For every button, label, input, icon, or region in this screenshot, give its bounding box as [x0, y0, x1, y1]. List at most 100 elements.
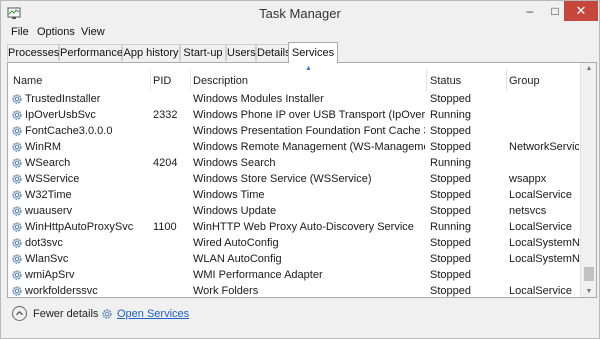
menu-view[interactable]: View — [81, 26, 105, 38]
scroll-up-icon[interactable]: ▲ — [581, 65, 596, 72]
scroll-down-icon[interactable]: ▼ — [581, 288, 596, 295]
table-row[interactable]: workfolderssvc Work Folders Stopped LocalSe… — [8, 283, 580, 297]
column-header-status[interactable]: Status — [430, 71, 461, 91]
column-divider[interactable] — [190, 69, 191, 91]
service-group: netsvcs — [509, 205, 547, 217]
column-divider[interactable] — [150, 69, 151, 91]
gear-icon — [11, 237, 23, 249]
gear-icon — [11, 141, 23, 153]
scrollbar-thumb[interactable] — [584, 267, 594, 281]
service-name: dot3svc — [25, 237, 63, 249]
sort-indicator-icon: ▲ — [305, 65, 312, 72]
service-description: Windows Remote Management (WS-Management… — [193, 141, 425, 153]
table-row[interactable]: WSService Windows Store Service (WSServic… — [8, 171, 580, 187]
service-group: wsappx — [509, 173, 547, 185]
gear-icon — [11, 173, 23, 185]
gear-icon — [11, 253, 23, 265]
column-header-name[interactable]: Name — [13, 71, 42, 91]
service-description: WMI Performance Adapter — [193, 269, 323, 281]
service-name: WSService — [25, 173, 80, 185]
gear-icon — [11, 269, 23, 281]
column-divider[interactable] — [506, 69, 507, 91]
service-status: Running — [430, 221, 471, 233]
gear-icon — [11, 125, 23, 137]
menu-options[interactable]: Options — [37, 26, 75, 38]
fewer-details-button[interactable]: Fewer details — [33, 308, 98, 320]
service-name: WinRM — [25, 141, 62, 153]
menu-bar: File Options View — [1, 25, 599, 41]
table-row[interactable]: wuauserv Windows Update Stopped netsvcs — [8, 203, 580, 219]
service-group: LocalSystemN... — [509, 237, 579, 249]
tab-strip: Processes Performance App history Start-… — [7, 42, 597, 63]
service-name: wmiApSrv — [25, 269, 75, 281]
gear-icon — [11, 157, 23, 169]
chevron-up-icon[interactable] — [12, 306, 27, 321]
gear-icon — [11, 221, 23, 233]
gear-icon — [11, 285, 23, 297]
service-status: Running — [430, 157, 471, 169]
tab-performance[interactable]: Performance — [59, 44, 123, 61]
service-name: wuauserv — [25, 205, 73, 217]
service-description: Windows Update — [193, 205, 277, 217]
gear-icon — [11, 93, 23, 105]
service-name: IpOverUsbSvc — [25, 109, 96, 121]
column-header-pid[interactable]: PID — [153, 71, 171, 91]
service-description: Wired AutoConfig — [193, 237, 279, 249]
table-row[interactable]: TrustedInstaller Windows Modules Installe… — [8, 91, 580, 107]
service-description: Windows Time — [193, 189, 265, 201]
services-panel: ▲ Name PID Description Status Group Trus… — [7, 62, 597, 298]
service-status: Stopped — [430, 141, 471, 153]
service-status: Running — [430, 109, 471, 121]
table-row[interactable]: dot3svc Wired AutoConfig Stopped LocalSyste… — [8, 235, 580, 251]
service-description: Windows Presentation Foundation Font Cac… — [193, 125, 425, 137]
service-group: LocalService — [509, 285, 572, 297]
gear-icon — [11, 189, 23, 201]
table-row[interactable]: WSearch 4204 Windows Search Running — [8, 155, 580, 171]
service-description: WLAN AutoConfig — [193, 253, 282, 265]
column-header-group[interactable]: Group — [509, 71, 540, 91]
gear-icon — [11, 109, 23, 121]
task-manager-window: Task Manager – □ ✕ File Options View Pro… — [0, 0, 600, 339]
tab-details[interactable]: Details — [256, 44, 291, 61]
service-group: LocalSystemN... — [509, 253, 579, 265]
tab-users[interactable]: Users — [226, 44, 256, 61]
service-name: WinHttpAutoProxySvc — [25, 221, 134, 233]
service-name: WSearch — [25, 157, 71, 169]
service-group: LocalService — [509, 221, 572, 233]
service-pid: 2332 — [153, 109, 178, 121]
minimize-button[interactable]: – — [516, 1, 544, 21]
tab-processes[interactable]: Processes — [7, 44, 59, 61]
footer-bar: Fewer details Open Services — [1, 299, 599, 337]
service-description: Windows Search — [193, 157, 276, 169]
service-group: LocalService — [509, 189, 572, 201]
table-row[interactable]: WinHttpAutoProxySvc 1100 WinHTTP Web Proxy… — [8, 219, 580, 235]
service-status: Stopped — [430, 237, 471, 249]
tab-app-history[interactable]: App history — [122, 44, 180, 61]
close-button[interactable]: ✕ — [564, 1, 598, 21]
service-status: Stopped — [430, 285, 471, 297]
column-divider[interactable] — [426, 69, 427, 91]
title-bar[interactable]: Task Manager – □ ✕ — [1, 1, 599, 25]
service-group: NetworkService — [509, 141, 579, 153]
service-status: Stopped — [430, 93, 471, 105]
table-row[interactable]: IpOverUsbSvc 2332 Windows Phone IP over US… — [8, 107, 580, 123]
table-row[interactable]: WinRM Windows Remote Management (WS-Manag… — [8, 139, 580, 155]
menu-file[interactable]: File — [11, 26, 29, 38]
service-name: TrustedInstaller — [25, 93, 101, 105]
table-row[interactable]: wmiApSrv WMI Performance Adapter Stopped — [8, 267, 580, 283]
service-status: Stopped — [430, 269, 471, 281]
service-description: Windows Store Service (WSService) — [193, 173, 372, 185]
service-pid: 1100 — [153, 221, 177, 233]
table-row[interactable]: WlanSvc WLAN AutoConfig Stopped LocalSystem… — [8, 251, 580, 267]
vertical-scrollbar[interactable]: ▲ ▼ — [580, 63, 596, 297]
tab-services[interactable]: Services — [288, 42, 338, 63]
gear-icon — [11, 205, 23, 217]
tab-start-up[interactable]: Start-up — [180, 44, 226, 61]
table-row[interactable]: W32Time Windows Time Stopped LocalService — [8, 187, 580, 203]
table-row[interactable]: FontCache3.0.0.0 Windows Presentation Fou… — [8, 123, 580, 139]
open-services-link[interactable]: Open Services — [117, 308, 189, 320]
window-title: Task Manager — [259, 6, 341, 21]
service-name: W32Time — [25, 189, 72, 201]
service-name: FontCache3.0.0.0 — [25, 125, 113, 137]
column-header-description[interactable]: Description — [193, 71, 248, 91]
